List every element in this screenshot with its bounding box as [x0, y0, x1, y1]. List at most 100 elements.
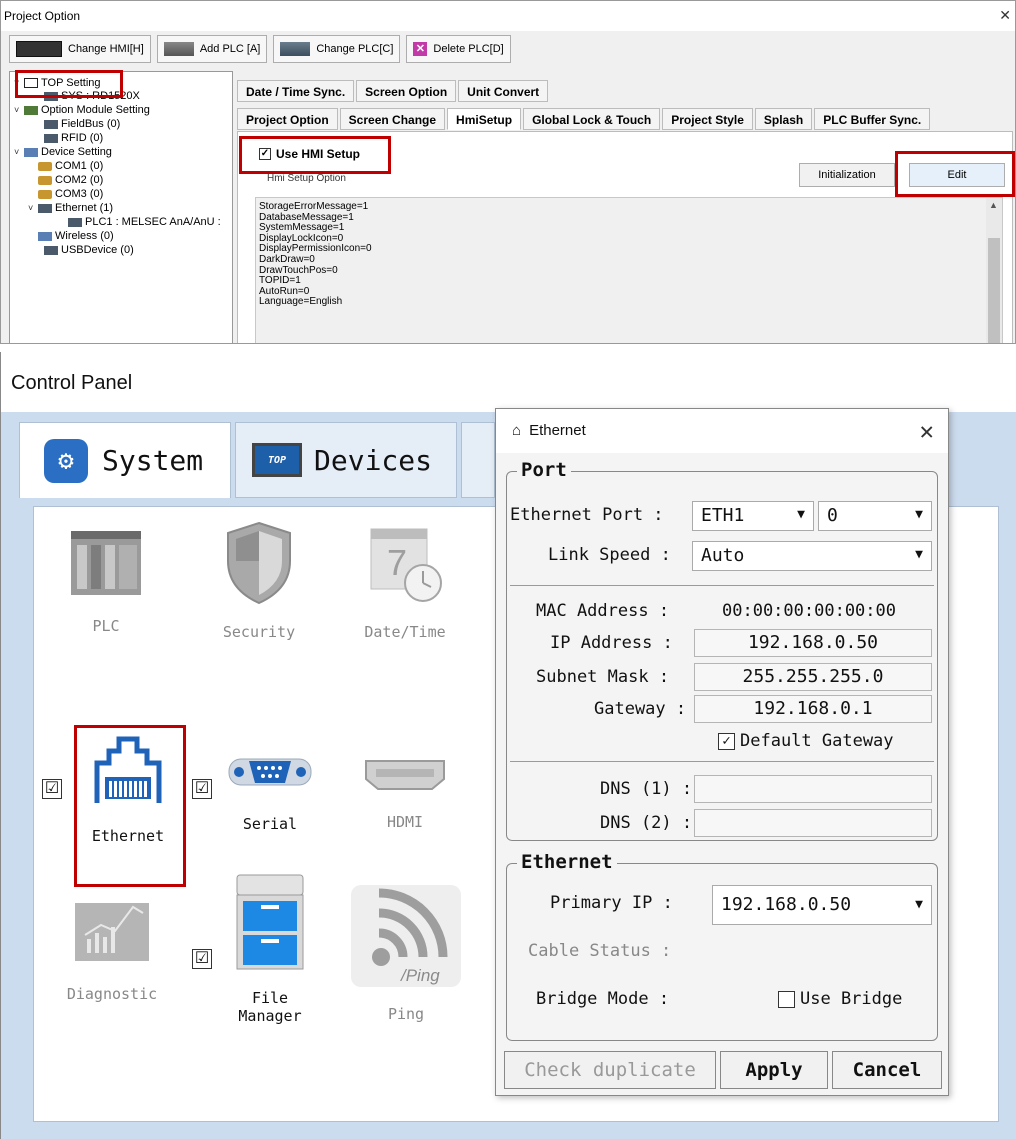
chevron-down-icon[interactable]: ˅	[14, 105, 24, 115]
link-speed-label: Link Speed :	[548, 545, 671, 565]
tree-item-ethernet[interactable]: ˅ Ethernet (1)	[28, 201, 113, 215]
add-plc-button[interactable]: Add PLC [A]	[156, 35, 268, 63]
grid-item-label: Security	[222, 623, 296, 641]
tree-item-option-module[interactable]: ˅ Option Module Setting	[14, 103, 150, 117]
grid-item-label-line2: Manager	[238, 1007, 302, 1025]
chevron-down-icon[interactable]: ˅	[28, 203, 38, 213]
tree-item-com1[interactable]: COM1 (0)	[38, 159, 103, 173]
ip-address-field[interactable]: 192.168.0.50	[694, 629, 932, 657]
serial-port-icon	[228, 758, 312, 786]
initialization-button[interactable]: Initialization	[799, 163, 895, 187]
tab-date-time-sync[interactable]: Date / Time Sync.	[237, 80, 355, 102]
grid-item-serial[interactable]: Serial	[218, 747, 322, 833]
calendar-day: 7	[387, 542, 407, 583]
subnet-mask-field[interactable]: 255.255.255.0	[694, 663, 932, 691]
use-hmi-setup-checkbox[interactable]: ✓ Use HMI Setup	[259, 147, 360, 161]
checkbox-unchecked[interactable]	[778, 990, 795, 1008]
link-speed-select[interactable]: Auto ▼	[692, 541, 932, 571]
cancel-button[interactable]: Cancel	[832, 1051, 942, 1089]
grid-item-label: Diagnostic	[66, 985, 158, 1003]
tree-item-wireless[interactable]: Wireless (0)	[38, 229, 114, 243]
config-line: DarkDraw=0	[259, 253, 315, 265]
vertical-scrollbar[interactable]: ▲	[986, 198, 1002, 343]
cable-status-label: Cable Status :	[528, 941, 672, 961]
ethernet-port-index-select[interactable]: 0 ▼	[818, 501, 932, 531]
ethernet-port-icon	[94, 736, 162, 803]
file-cabinet-icon	[236, 874, 304, 970]
scroll-thumb[interactable]	[988, 238, 1000, 343]
grid-item-label: Ethernet	[91, 827, 165, 845]
tab-unit-convert[interactable]: Unit Convert	[458, 80, 549, 102]
ethernet-checkbox[interactable]: ☑	[42, 779, 62, 799]
delete-plc-button[interactable]: ✕ Delete PLC[D]	[406, 35, 511, 63]
com-port-icon	[38, 161, 52, 171]
tree-item-device-setting[interactable]: ˅ Device Setting	[14, 145, 112, 159]
divider	[510, 761, 934, 762]
tab-system[interactable]: ⚙ System	[19, 422, 231, 498]
tree-item-com3[interactable]: COM3 (0)	[38, 187, 103, 201]
tab-row-2: Project Option Screen Change HmiSetup Gl…	[237, 108, 932, 130]
checkbox-checked-icon[interactable]: ✓	[259, 148, 271, 160]
grid-item-hdmi[interactable]: HDMI	[350, 755, 460, 831]
serial-checkbox[interactable]: ☑	[192, 779, 212, 799]
bridge-mode-label: Bridge Mode :	[536, 989, 670, 1009]
gateway-field[interactable]: 192.168.0.1	[694, 695, 932, 723]
file-manager-checkbox[interactable]: ☑	[192, 949, 212, 969]
delete-icon: ✕	[413, 42, 428, 56]
tree-item-fieldbus[interactable]: FieldBus (0)	[44, 117, 120, 131]
wireless-icon	[38, 231, 52, 241]
diagnostic-chart-icon	[75, 903, 149, 961]
usb-icon	[44, 245, 58, 255]
ping-icon: /Ping	[351, 885, 461, 987]
grid-item-plc[interactable]: PLC	[56, 529, 156, 635]
tree-item-rfid[interactable]: RFID (0)	[44, 131, 103, 145]
grid-item-diagnostic[interactable]: Diagnostic	[52, 885, 172, 1003]
grid-item-ping[interactable]: /Ping Ping	[350, 885, 462, 1023]
edit-button[interactable]: Edit	[909, 163, 1005, 187]
tree-item-sys[interactable]: SYS : RD1520X	[44, 89, 140, 103]
primary-ip-select[interactable]: 192.168.0.50 ▼	[712, 885, 932, 925]
checkbox-checked-icon[interactable]: ✓	[718, 732, 735, 750]
close-icon[interactable]: ✕	[999, 7, 1011, 24]
tab-hidden[interactable]	[461, 422, 495, 498]
use-bridge-checkbox[interactable]: Use Bridge	[778, 989, 902, 1009]
hmi-icon	[16, 41, 62, 57]
hmi-config-textarea[interactable]: StorageErrorMessage=1 DatabaseMessage=1 …	[255, 197, 1003, 343]
chevron-down-icon[interactable]: ˅	[14, 78, 24, 88]
scroll-up-icon[interactable]: ▲	[989, 200, 998, 211]
default-gateway-checkbox[interactable]: ✓ Default Gateway	[718, 731, 894, 751]
tab-global-lock-touch[interactable]: Global Lock & Touch	[523, 108, 661, 130]
grid-item-ethernet[interactable]: Ethernet	[76, 733, 180, 845]
tab-hmisetup[interactable]: HmiSetup	[447, 108, 522, 130]
config-line: SystemMessage=1	[259, 222, 345, 234]
divider	[510, 585, 934, 586]
com-port-icon	[38, 189, 52, 199]
grid-item-file-manager[interactable]: File Manager	[220, 871, 320, 1025]
close-icon[interactable]: ✕	[920, 417, 934, 445]
check-duplicate-button[interactable]: Check duplicate	[504, 1051, 716, 1089]
grid-item-date-time[interactable]: 7 Date/Time	[350, 525, 460, 641]
ethernet-port-select[interactable]: ETH1 ▼	[692, 501, 814, 531]
change-hmi-button[interactable]: Change HMI[H]	[9, 35, 151, 63]
tab-devices[interactable]: TOP Devices	[235, 422, 457, 498]
tree-item-top-setting[interactable]: ˅ TOP Setting	[14, 76, 101, 90]
tree-item-plc1[interactable]: PLC1 : MELSEC AnA/AnU :	[68, 215, 221, 229]
tab-project-option[interactable]: Project Option	[237, 108, 338, 130]
config-line: AutoRun=0	[259, 285, 310, 297]
grid-item-label: Serial	[242, 815, 298, 833]
tab-splash[interactable]: Splash	[754, 108, 813, 130]
grid-item-security[interactable]: Security	[204, 521, 314, 641]
dns1-field[interactable]	[694, 775, 932, 803]
dns2-field[interactable]	[694, 809, 932, 837]
tab-screen-option[interactable]: Screen Option	[356, 80, 457, 102]
tree-item-com2[interactable]: COM2 (0)	[38, 173, 103, 187]
tree-item-usbdevice[interactable]: USBDevice (0)	[44, 243, 134, 257]
change-plc-button[interactable]: Change PLC[C]	[273, 35, 401, 63]
chevron-down-icon[interactable]: ˅	[14, 147, 24, 157]
tab-plc-buffer-sync[interactable]: PLC Buffer Sync.	[814, 108, 931, 130]
module-icon	[24, 105, 38, 115]
tab-screen-change[interactable]: Screen Change	[339, 108, 446, 130]
tab-project-style[interactable]: Project Style	[662, 108, 753, 130]
apply-button[interactable]: Apply	[720, 1051, 828, 1089]
plc-change-icon	[280, 42, 311, 56]
